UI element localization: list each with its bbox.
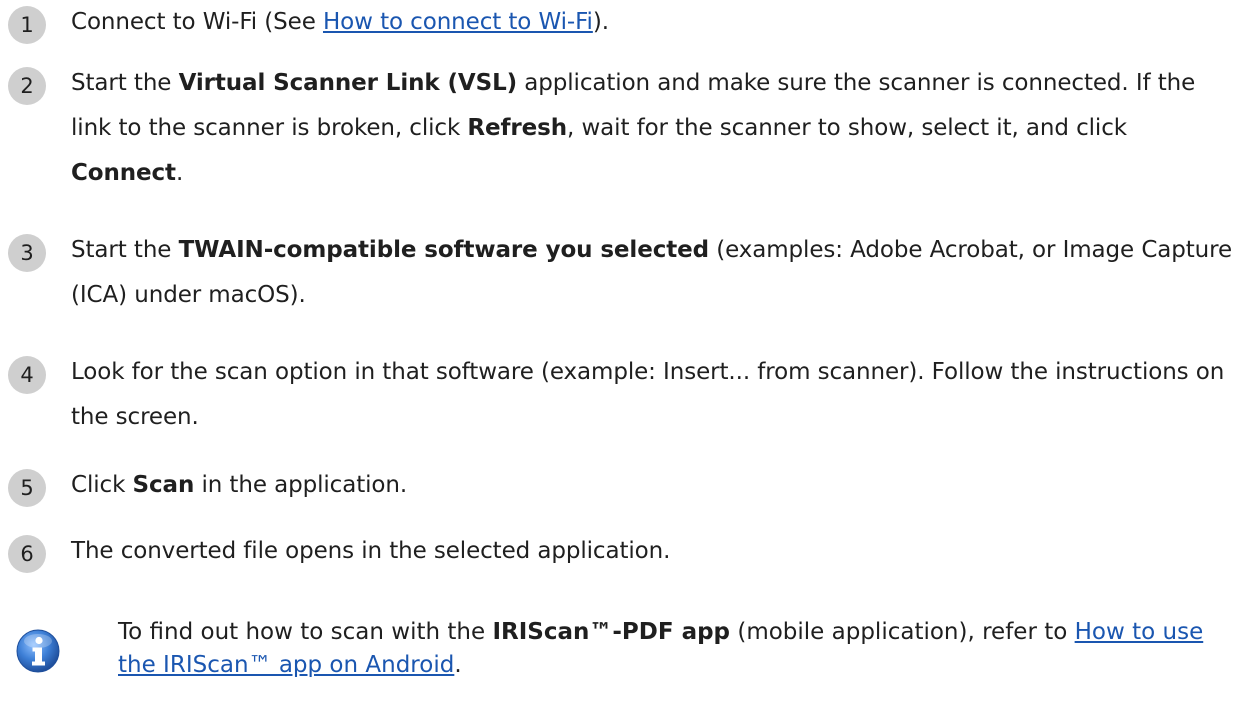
iriscan-app-label: IRIScan™-PDF app (492, 619, 731, 645)
step-number: 3 (8, 234, 46, 272)
step-text-segment: Start the (71, 70, 179, 96)
note-text-segment: . (454, 652, 462, 678)
step-text: Click Scan in the application. (71, 463, 1242, 508)
twain-software-label: TWAIN-compatible software you selected (178, 237, 710, 263)
step-text: The converted file opens in the selected… (71, 529, 1242, 574)
step-number: 2 (8, 67, 46, 105)
info-icon (16, 629, 60, 673)
note-text-segment: (mobile application), refer to (730, 619, 1075, 645)
app-name-vsl: Virtual Scanner Link (VSL) (178, 70, 518, 96)
info-note-text: To find out how to scan with the IRIScan… (118, 616, 1210, 682)
step-text-segment: , wait for the scanner to show, select i… (567, 115, 1127, 141)
step-number: 4 (8, 356, 46, 394)
step-text: Start the Virtual Scanner Link (VSL) app… (71, 61, 1242, 196)
step-text-segment: Connect to Wi-Fi (See (71, 9, 323, 35)
scan-label: Scan (132, 472, 195, 498)
step-number: 5 (8, 469, 46, 507)
step-text-segment: Look for the scan option in that softwar… (71, 359, 1225, 430)
connect-label: Connect (71, 160, 176, 186)
note-text-segment: To find out how to scan with the (118, 619, 493, 645)
step-number: 1 (8, 6, 46, 44)
step-text-segment: Start the (71, 237, 179, 263)
wifi-help-link[interactable]: How to connect to Wi-Fi (323, 9, 593, 35)
info-note: To find out how to scan with the IRIScan… (0, 616, 1250, 702)
step-text: Connect to Wi-Fi (See How to connect to … (71, 0, 1242, 45)
step-text-segment: in the application. (194, 472, 408, 498)
step-text: Start the TWAIN-compatible software you … (71, 228, 1242, 318)
step-text: Look for the scan option in that softwar… (71, 350, 1242, 440)
step-text-segment: ). (592, 9, 609, 35)
step-text-segment: Click (71, 472, 133, 498)
step-text-segment: . (175, 160, 184, 186)
step-number: 6 (8, 535, 46, 573)
step-text-segment: The converted file opens in the selected… (71, 538, 671, 564)
refresh-label: Refresh (467, 115, 568, 141)
